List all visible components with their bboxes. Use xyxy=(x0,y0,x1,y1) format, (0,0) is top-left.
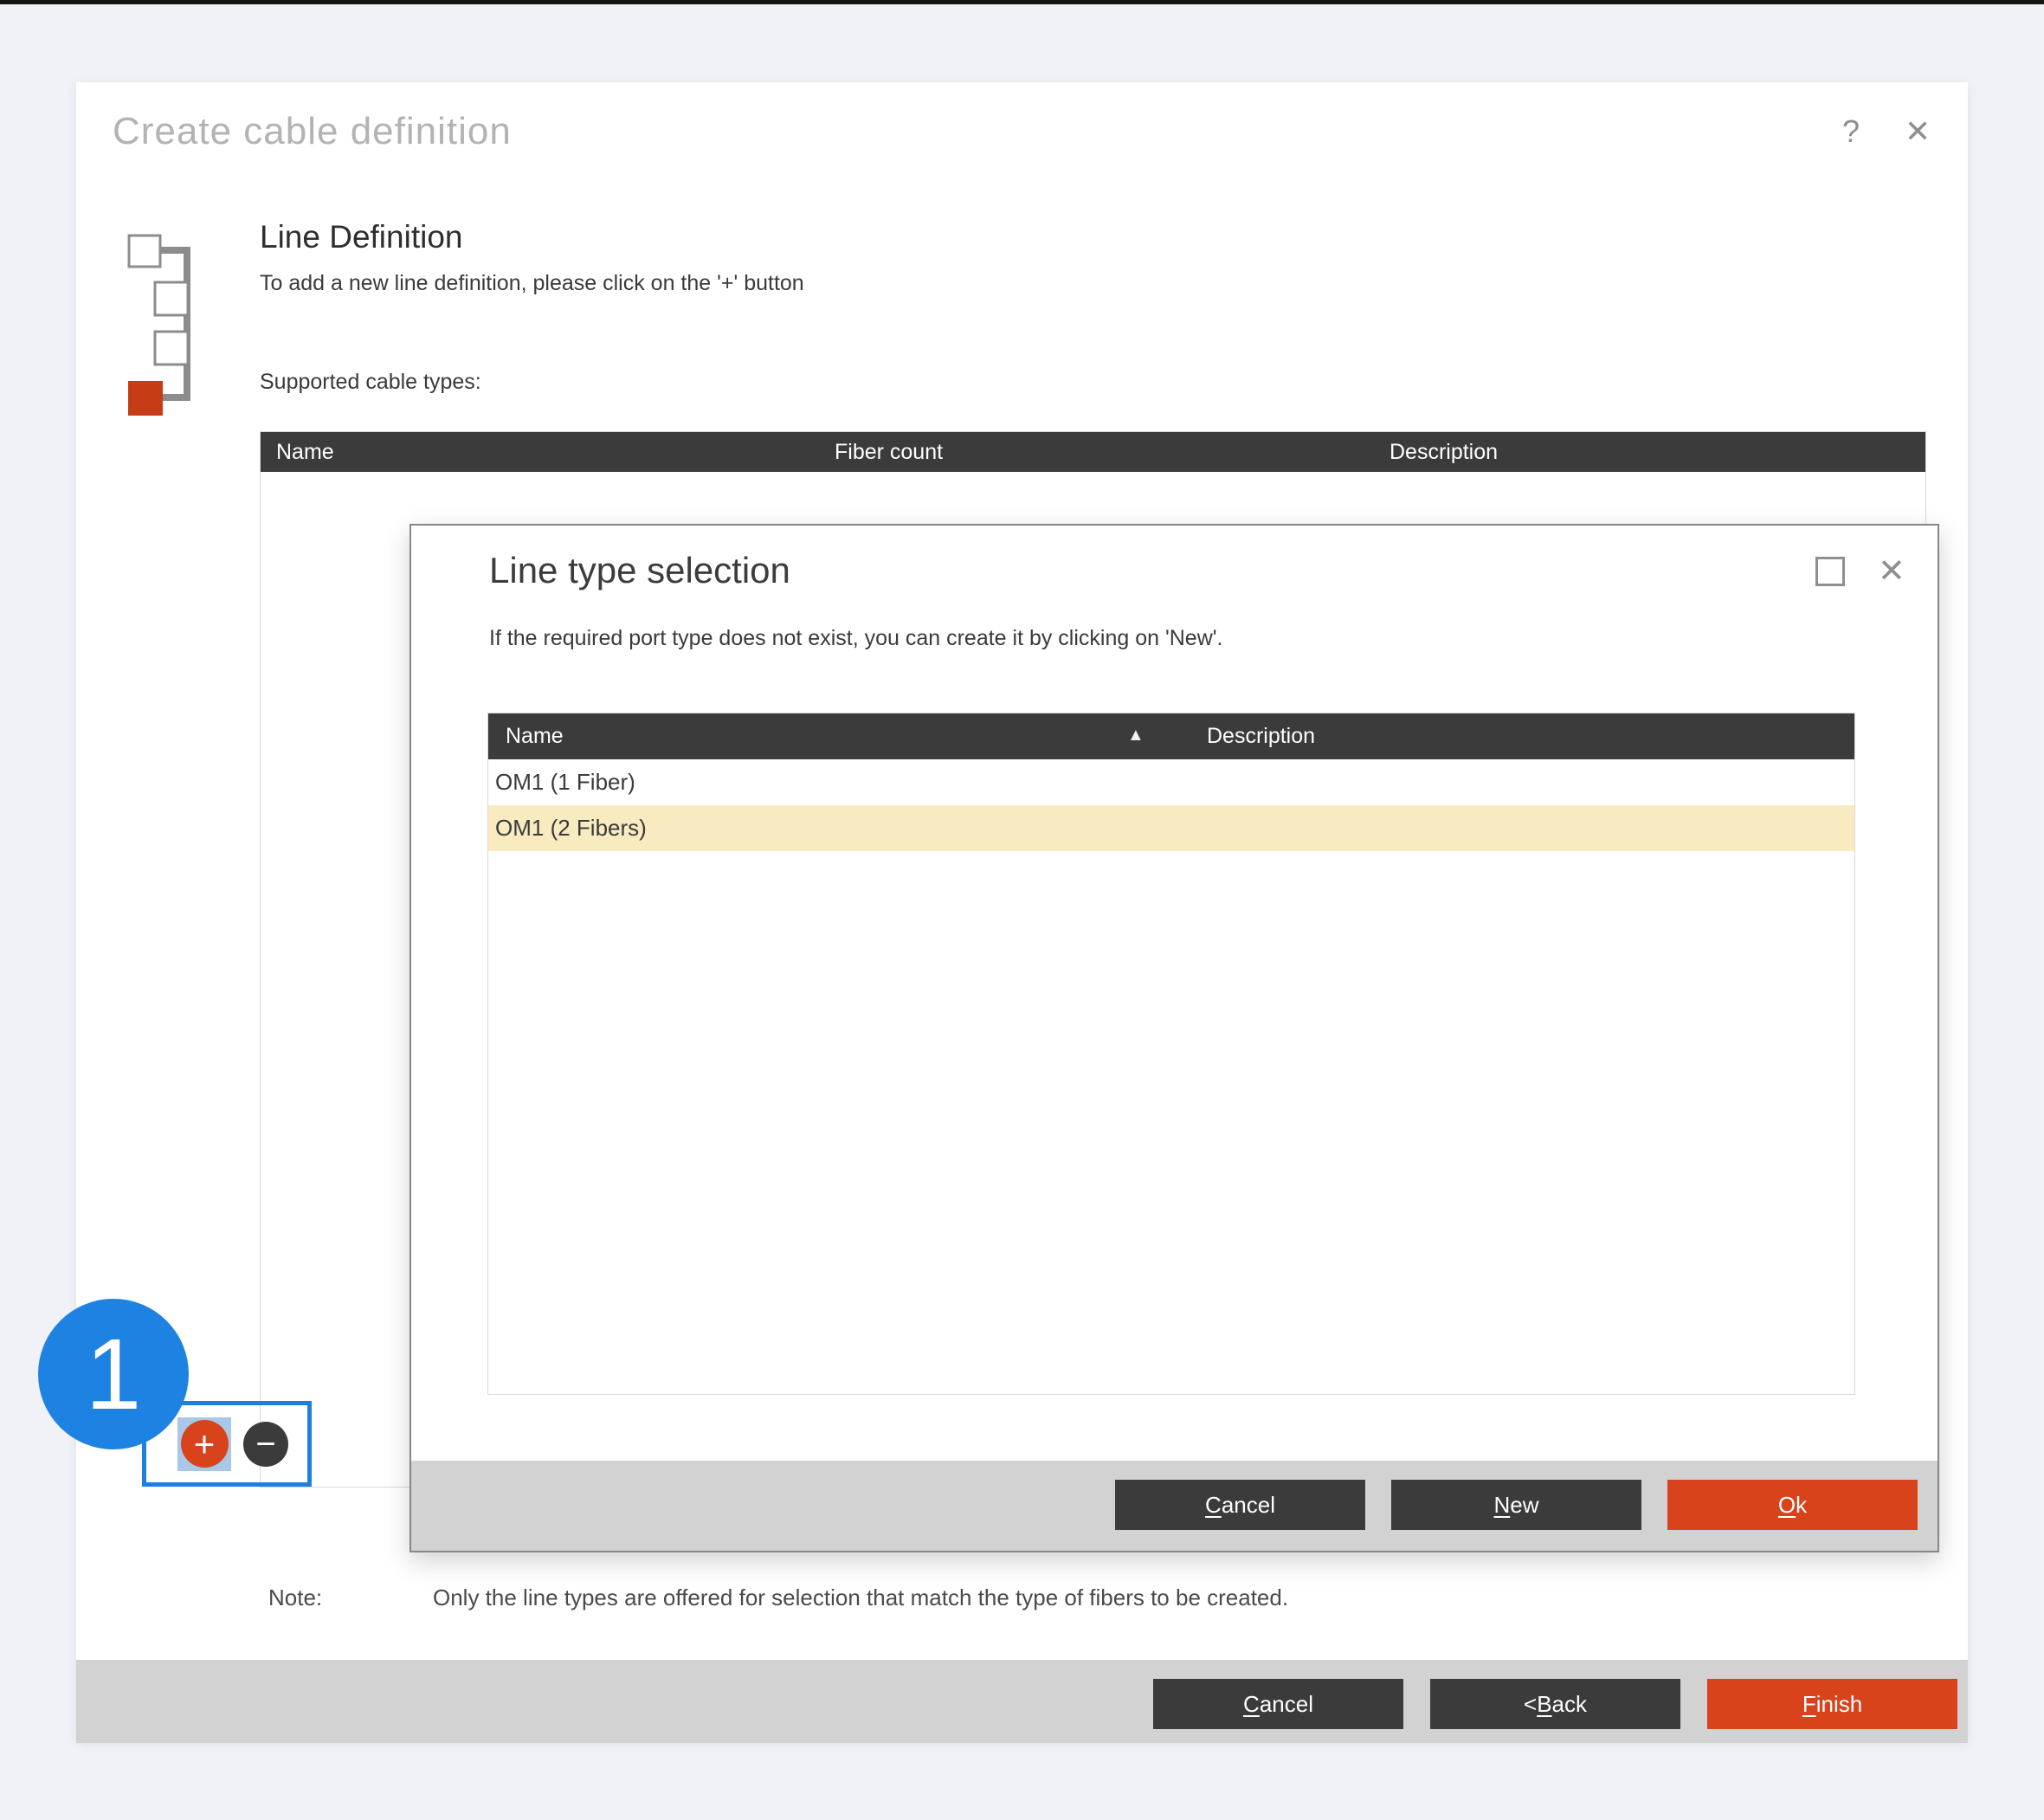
wizard-footer-bar: Cancel < Back Finish xyxy=(76,1660,1968,1743)
finish-button[interactable]: Finish xyxy=(1707,1679,1957,1729)
line-type-table: Name ▲ Description OM1 (1 Fiber) OM1 (2 … xyxy=(487,713,1855,1395)
close-icon[interactable]: ✕ xyxy=(1905,113,1931,150)
window-title: Create cable definition xyxy=(113,110,512,153)
annotation-step-badge: 1 xyxy=(38,1299,189,1449)
add-line-definition-button[interactable]: + xyxy=(181,1420,229,1468)
cable-col-description[interactable]: Description xyxy=(1390,440,1498,465)
line-type-selection-dialog: Line type selection If the required port… xyxy=(409,524,1939,1552)
remove-line-definition-button[interactable]: − xyxy=(243,1422,288,1467)
cable-col-fiber-count[interactable]: Fiber count xyxy=(835,440,943,465)
dialog-new-button[interactable]: New xyxy=(1391,1480,1641,1530)
cable-table-header: Name Fiber count Description xyxy=(261,432,1925,472)
note-text: Only the line types are offered for sele… xyxy=(433,1584,1288,1611)
table-row[interactable]: OM1 (1 Fiber) xyxy=(488,759,1854,805)
row-name: OM1 (1 Fiber) xyxy=(495,769,635,796)
help-icon[interactable]: ? xyxy=(1842,113,1860,150)
page-subtitle: To add a new line definition, please cli… xyxy=(260,271,804,296)
note-label: Note: xyxy=(268,1584,322,1611)
dialog-close-icon[interactable]: ✕ xyxy=(1878,552,1905,591)
line-type-table-header: Name ▲ Description xyxy=(488,713,1854,759)
minus-icon: − xyxy=(255,1427,275,1462)
screenshot-top-border xyxy=(0,0,2044,4)
line-col-description[interactable]: Description xyxy=(1207,724,1315,749)
dialog-footer-bar: Cancel New Ok xyxy=(411,1461,1938,1551)
dialog-title: Line type selection xyxy=(489,550,790,591)
maximize-icon[interactable] xyxy=(1815,557,1845,586)
supported-cable-types-label: Supported cable types: xyxy=(260,370,481,395)
page-title: Line Definition xyxy=(260,219,462,255)
line-col-name[interactable]: Name xyxy=(506,724,564,749)
add-button-hover-background: + xyxy=(177,1417,231,1471)
row-name: OM1 (2 Fibers) xyxy=(495,815,647,842)
table-row-selected[interactable]: OM1 (2 Fibers) xyxy=(488,805,1854,851)
cable-col-name[interactable]: Name xyxy=(276,440,334,465)
plus-icon: + xyxy=(194,1426,216,1462)
sort-ascending-icon[interactable]: ▲ xyxy=(1127,726,1145,745)
dialog-subtitle: If the required port type does not exist… xyxy=(489,626,1223,651)
dialog-ok-button[interactable]: Ok xyxy=(1667,1480,1918,1530)
dialog-cancel-button[interactable]: Cancel xyxy=(1115,1480,1365,1530)
back-button[interactable]: < Back xyxy=(1430,1679,1680,1729)
cancel-button[interactable]: Cancel xyxy=(1153,1679,1403,1729)
wizard-steps-icon xyxy=(121,228,225,427)
